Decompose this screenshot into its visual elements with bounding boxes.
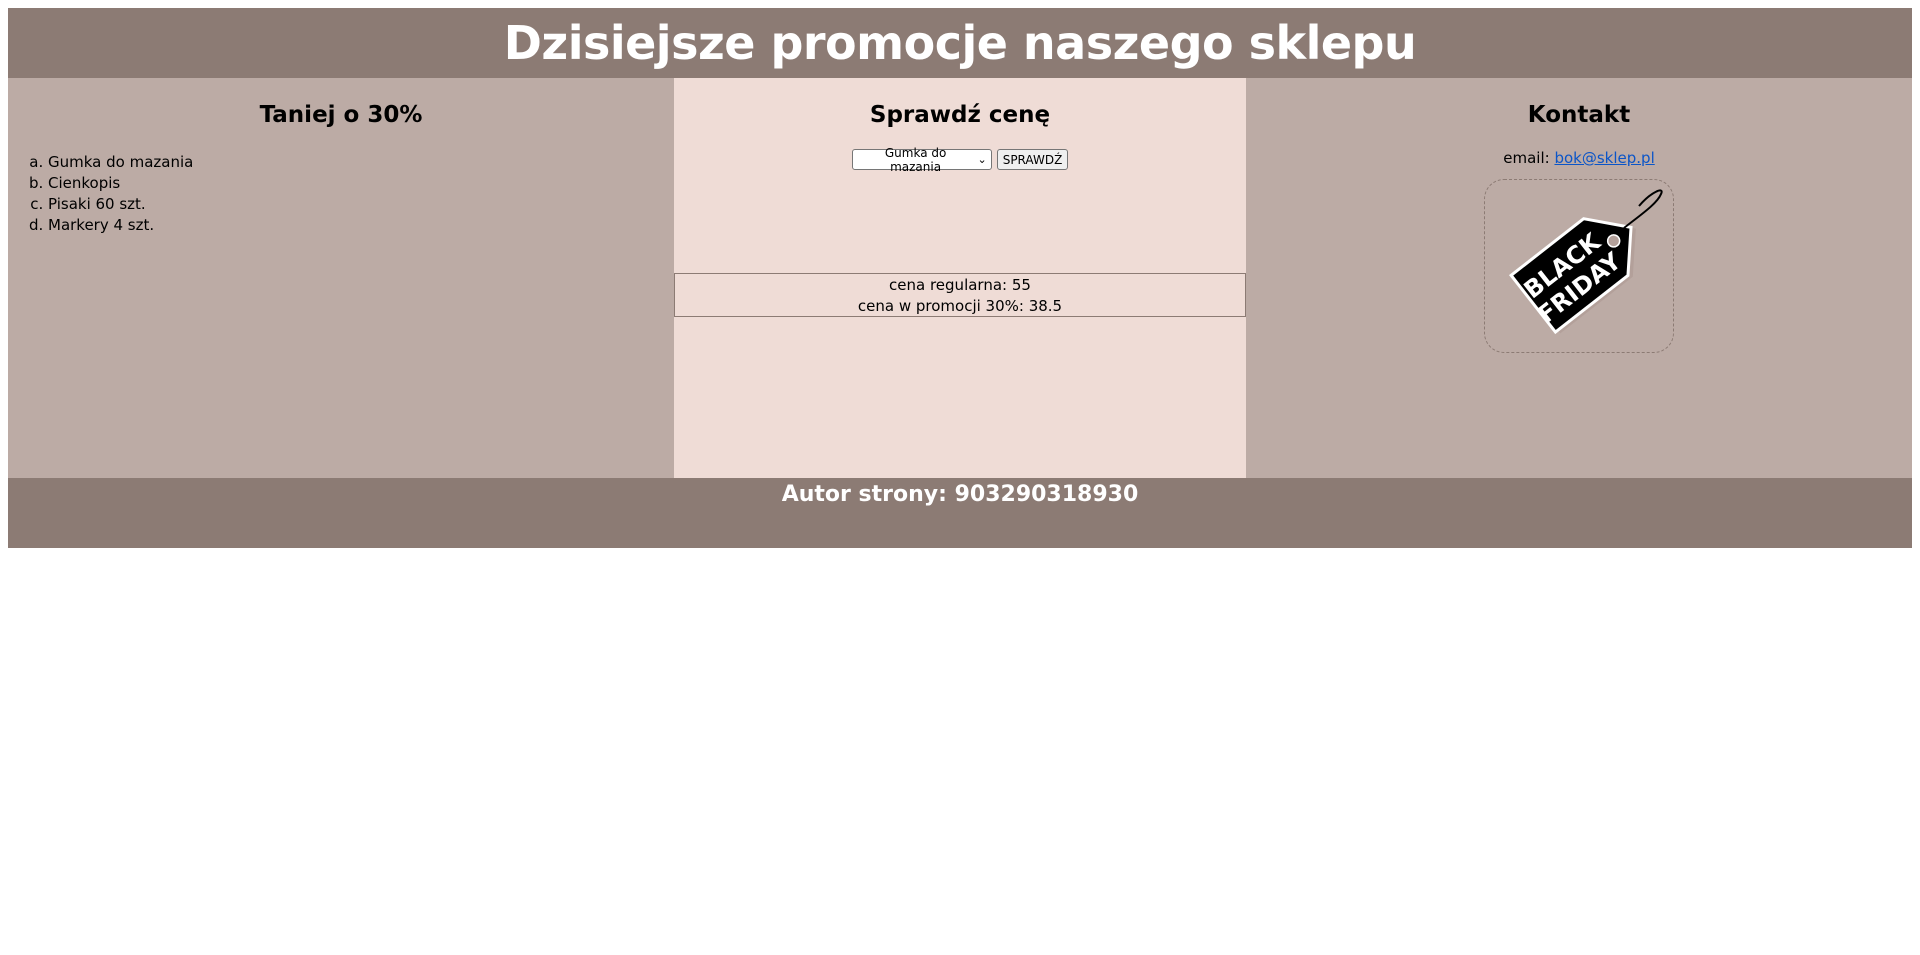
promo-list: Gumka do mazania Cienkopis Pisaki 60 szt…: [8, 152, 674, 236]
price-check-heading: Sprawdź cenę: [869, 102, 1051, 128]
contact-heading: Kontakt: [1527, 102, 1631, 128]
promo-price-text: cena w promocji 30%: 38.5: [857, 297, 1063, 315]
product-select[interactable]: Gumka do mazania ⌄: [851, 146, 992, 174]
banner: Dzisiejsze promocje naszego sklepu: [8, 8, 1912, 78]
list-item: Pisaki 60 szt.: [48, 194, 674, 215]
list-item: Gumka do mazania: [48, 152, 674, 173]
author-text: Autor strony: 903290318930: [781, 482, 1139, 507]
contact-email: email: bok@sklep.pl: [1246, 149, 1912, 167]
page-title: Dzisiejsze promocje naszego sklepu: [503, 16, 1417, 70]
check-price-button[interactable]: SPRAWDŹ: [996, 149, 1069, 170]
black-friday-image: BLACK FRIDAY: [1484, 179, 1674, 353]
price-check-panel: Sprawdź cenę Gumka do mazania ⌄ SPRAWDŹ …: [674, 78, 1246, 478]
price-result: cena regularna: 55 cena w promocji 30%: …: [674, 273, 1246, 317]
email-link[interactable]: bok@sklep.pl: [1554, 149, 1654, 167]
page: Dzisiejsze promocje naszego sklepu Tanie…: [8, 8, 1912, 548]
list-item: Markery 4 szt.: [48, 215, 674, 236]
contact-panel: Kontakt email: bok@sklep.pl BLACK FRIDAY: [1246, 78, 1912, 478]
chevron-down-icon: ⌄: [977, 153, 987, 166]
main-section: Taniej o 30% Gumka do mazania Cienkopis …: [8, 78, 1912, 478]
regular-price-text: cena regularna: 55: [889, 276, 1031, 294]
email-label: email:: [1503, 149, 1555, 167]
price-check-controls: Gumka do mazania ⌄ SPRAWDŹ: [674, 146, 1246, 174]
product-select-value: Gumka do mazania: [884, 145, 947, 174]
footer: Autor strony: 903290318930: [8, 478, 1912, 548]
black-friday-tag-icon: BLACK FRIDAY: [1509, 189, 1663, 335]
promo-heading: Taniej o 30%: [259, 102, 423, 128]
promo-panel: Taniej o 30% Gumka do mazania Cienkopis …: [8, 78, 674, 478]
list-item: Cienkopis: [48, 173, 674, 194]
